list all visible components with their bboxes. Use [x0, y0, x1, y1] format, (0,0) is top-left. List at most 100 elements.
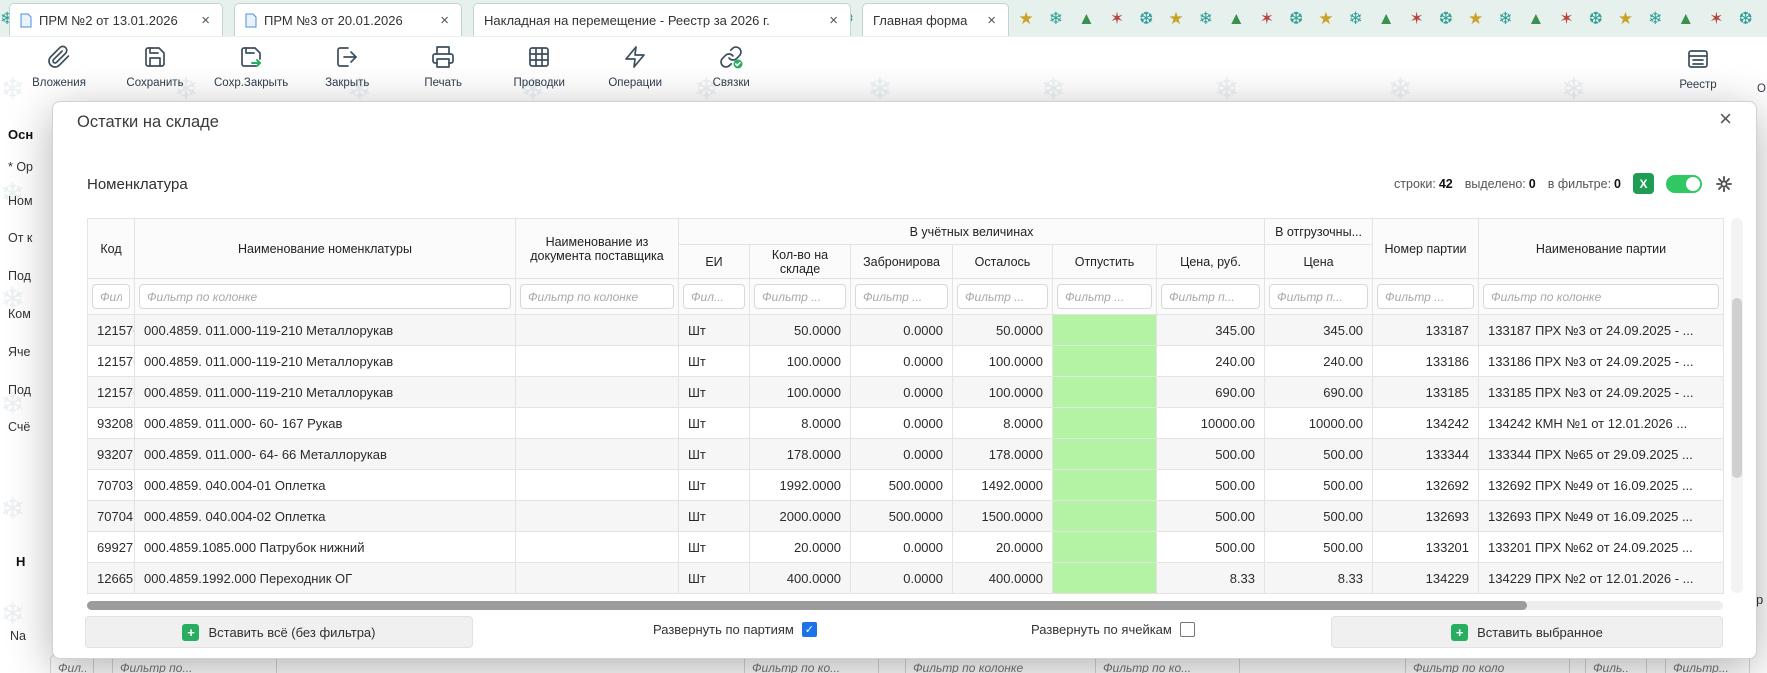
modal-close-icon[interactable]: ×: [1719, 108, 1732, 130]
operations-button[interactable]: Операции: [592, 43, 678, 91]
table-cell[interactable]: 1492.0000: [953, 470, 1053, 501]
column-filter-input[interactable]: [139, 284, 511, 309]
insert-selected-button[interactable]: + Вставить выбранное: [1331, 616, 1723, 648]
table-cell[interactable]: 690.00: [1157, 377, 1265, 408]
table-cell[interactable]: Шт: [679, 439, 750, 470]
table-row[interactable]: 69927000.4859.1085.000 Патрубок нижний Шт…: [88, 532, 1724, 563]
table-cell[interactable]: 8.0000: [750, 408, 851, 439]
table-cell[interactable]: 133344 ПРХ №65 от 29.09.2025 ...: [1479, 439, 1724, 470]
column-filter-input[interactable]: [957, 284, 1048, 309]
table-cell[interactable]: 240.00: [1157, 346, 1265, 377]
table-cell[interactable]: 20.0000: [953, 532, 1053, 563]
table-cell[interactable]: Шт: [679, 408, 750, 439]
table-cell[interactable]: 400.0000: [750, 563, 851, 594]
table-cell[interactable]: 0.0000: [851, 377, 953, 408]
table-cell[interactable]: [516, 315, 679, 346]
attachments-button[interactable]: Вложения: [16, 43, 102, 91]
header-price-shipping[interactable]: Цена: [1265, 245, 1373, 279]
table-cell[interactable]: 0.0000: [851, 563, 953, 594]
table-row[interactable]: 70703000.4859. 040.004-01 ОплеткаШт1992.…: [88, 470, 1724, 501]
column-filter-input[interactable]: [1057, 284, 1152, 309]
save-button[interactable]: Сохранить: [112, 43, 198, 91]
export-excel-button[interactable]: X: [1633, 173, 1654, 194]
header-batch-name[interactable]: Наименование партии: [1479, 219, 1724, 279]
table-cell[interactable]: 000.4859. 011.000-119-210 Металлорукав: [135, 315, 516, 346]
table-cell[interactable]: 500.0000: [851, 501, 953, 532]
table-cell[interactable]: [516, 408, 679, 439]
table-cell[interactable]: Шт: [679, 501, 750, 532]
table-cell[interactable]: 8.0000: [953, 408, 1053, 439]
table-cell[interactable]: 000.4859. 011.000- 60- 167 Рукав: [135, 408, 516, 439]
header-qty-in-stock[interactable]: Кол-во на складе: [750, 245, 851, 279]
table-row[interactable]: 121576000.4859. 011.000-119-210 Металлор…: [88, 346, 1724, 377]
table-cell[interactable]: 345.00: [1157, 315, 1265, 346]
table-cell[interactable]: 133187: [1373, 315, 1479, 346]
table-cell[interactable]: 000.4859. 040.004-01 Оплетка: [135, 470, 516, 501]
column-filter-input[interactable]: [92, 284, 130, 309]
toggle-switch[interactable]: [1666, 175, 1702, 193]
table-cell[interactable]: 000.4859. 040.004-02 Оплетка: [135, 501, 516, 532]
column-filter-input[interactable]: [1161, 284, 1260, 309]
table-cell[interactable]: [516, 439, 679, 470]
table-cell[interactable]: 500.00: [1265, 532, 1373, 563]
table-cell[interactable]: 132693: [1373, 501, 1479, 532]
table-cell[interactable]: 000.4859.1085.000 Патрубок нижний: [135, 532, 516, 563]
expand-cells-checkbox[interactable]: [1180, 622, 1195, 637]
column-filter-input[interactable]: [520, 284, 674, 309]
close-button[interactable]: Закрыть: [304, 43, 390, 91]
table-cell[interactable]: 133187 ПРХ №3 от 24.09.2025 - ...: [1479, 315, 1724, 346]
table-cell[interactable]: 70704: [88, 501, 135, 532]
column-filter-input[interactable]: [754, 284, 846, 309]
table-cell[interactable]: 0.0000: [851, 346, 953, 377]
table-cell[interactable]: 000.4859. 011.000- 64- 66 Металлорукав: [135, 439, 516, 470]
table-cell[interactable]: 1500.0000: [953, 501, 1053, 532]
table-cell[interactable]: 100.0000: [953, 377, 1053, 408]
table-row[interactable]: 93208000.4859. 011.000- 60- 167 РукавШт8…: [88, 408, 1724, 439]
table-cell[interactable]: 121576: [88, 346, 135, 377]
table-cell[interactable]: 93207: [88, 439, 135, 470]
expand-batches-checkbox[interactable]: ✓: [802, 622, 817, 637]
table-cell[interactable]: 500.00: [1157, 439, 1265, 470]
table-cell[interactable]: 10000.00: [1265, 408, 1373, 439]
table-cell[interactable]: Шт: [679, 532, 750, 563]
dispense-cell[interactable]: [1053, 408, 1157, 439]
table-cell[interactable]: 126651: [88, 563, 135, 594]
table-cell[interactable]: 500.00: [1157, 532, 1265, 563]
table-cell[interactable]: 134229: [1373, 563, 1479, 594]
table-cell[interactable]: 134229 ПРХ №2 от 12.01.2026 - ...: [1479, 563, 1724, 594]
vertical-scrollbar[interactable]: [1731, 218, 1743, 593]
table-cell[interactable]: 240.00: [1265, 346, 1373, 377]
table-cell[interactable]: 100.0000: [750, 346, 851, 377]
table-cell[interactable]: 134242 КМН №1 от 12.01.2026 ...: [1479, 408, 1724, 439]
table-cell[interactable]: 000.4859. 011.000-119-210 Металлорукав: [135, 346, 516, 377]
table-cell[interactable]: 132692: [1373, 470, 1479, 501]
table-cell[interactable]: Шт: [679, 470, 750, 501]
table-cell[interactable]: 500.00: [1265, 501, 1373, 532]
dispense-cell[interactable]: [1053, 501, 1157, 532]
header-price-rub[interactable]: Цена, руб.: [1157, 245, 1265, 279]
table-cell[interactable]: Шт: [679, 563, 750, 594]
table-cell[interactable]: 134242: [1373, 408, 1479, 439]
table-cell[interactable]: 133186: [1373, 346, 1479, 377]
table-cell[interactable]: 100.0000: [953, 346, 1053, 377]
table-cell[interactable]: 50.0000: [750, 315, 851, 346]
dispense-cell[interactable]: [1053, 377, 1157, 408]
table-cell[interactable]: 69927: [88, 532, 135, 563]
header-dispense[interactable]: Отпустить: [1053, 245, 1157, 279]
table-cell[interactable]: 50.0000: [953, 315, 1053, 346]
table-cell[interactable]: 690.00: [1265, 377, 1373, 408]
dispense-cell[interactable]: [1053, 563, 1157, 594]
header-unit[interactable]: ЕИ: [679, 245, 750, 279]
registry-button[interactable]: Реестр: [1655, 45, 1741, 93]
save-and-close-button[interactable]: Сохр.Закрыть: [208, 43, 294, 91]
column-filter-input[interactable]: [855, 284, 948, 309]
table-cell[interactable]: 100.0000: [750, 377, 851, 408]
horizontal-scrollbar-thumb[interactable]: [87, 601, 1527, 610]
table-row[interactable]: 121576000.4859. 011.000-119-210 Металлор…: [88, 377, 1724, 408]
table-cell[interactable]: [516, 563, 679, 594]
header-batch-number[interactable]: Номер партии: [1373, 219, 1479, 279]
table-cell[interactable]: 2000.0000: [750, 501, 851, 532]
table-cell[interactable]: 1992.0000: [750, 470, 851, 501]
links-button[interactable]: Связки: [688, 43, 774, 91]
table-cell[interactable]: 0.0000: [851, 532, 953, 563]
